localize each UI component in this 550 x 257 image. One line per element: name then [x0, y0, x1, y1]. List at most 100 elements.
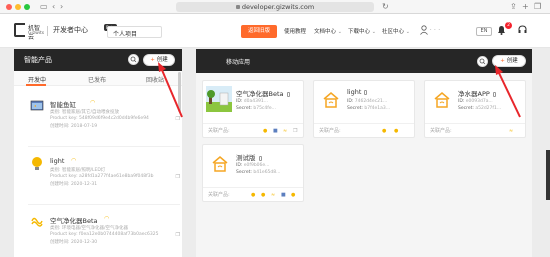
copy-icon[interactable]: ❐ — [293, 128, 297, 134]
lightbulb-icon: ● — [394, 128, 399, 134]
app-card[interactable]: 空气净化器Beta ID: d0a4391... Secret: b75c4fe… — [202, 80, 304, 138]
nav-docs[interactable]: 文档中心 ⌄ — [314, 27, 342, 35]
copy-icon[interactable]: ❐ — [176, 116, 180, 122]
nav-tutorial[interactable]: 使用教程 — [284, 27, 306, 35]
app-id: ID: e0f9b06e... — [236, 163, 270, 168]
associated-products-label: 关联产品: — [208, 192, 230, 198]
associated-products-label: 关联产品: — [319, 128, 341, 134]
close-window-icon[interactable] — [6, 4, 12, 10]
copy-icon[interactable]: ❐ — [176, 232, 180, 238]
tab-developing[interactable]: 开发中 — [28, 75, 46, 84]
products-scrollbar[interactable] — [178, 72, 181, 112]
create-product-button[interactable]: + 创建 — [143, 54, 175, 66]
address-bar[interactable]: developer.gizwits.com — [176, 2, 374, 12]
portal-title: 开发者中心 — [53, 26, 88, 34]
tabs-icon[interactable]: ❐ — [534, 2, 541, 12]
chevron-down-icon: ⌄ — [371, 29, 376, 35]
lightbulb-icon: ● — [382, 128, 387, 134]
product-card[interactable]: 空气净化器Beta ◠ 类别: 环境电器/空气净化器/空气净化器 Product… — [28, 211, 180, 257]
logo-text-en: Gizwits — [28, 31, 45, 36]
forward-icon[interactable]: › — [60, 2, 63, 12]
house-icon — [434, 92, 450, 108]
app-id: ID: d0a4391... — [236, 99, 268, 104]
nav-downloads[interactable]: 下载中心 ⌄ — [348, 27, 376, 35]
gizwits-logo[interactable]: 机智云 Gizwits — [14, 21, 45, 41]
app-id: ID: 7462d4ec21... — [347, 99, 388, 104]
language-toggle[interactable]: EN — [476, 27, 492, 36]
air-purifier-icon: ≈ — [283, 128, 288, 134]
air-purifier-icon: ≈ — [271, 192, 276, 198]
app-grid: 空气净化器Beta ID: d0a4391... Secret: b75c4fe… — [196, 73, 532, 257]
product-key: Product key: 548f09d6f9e4c2d0d4b9fe6e94 — [50, 116, 149, 121]
product-category: 类别: 环境电器/空气净化器/空气净化器 — [50, 226, 128, 231]
app-name: light — [347, 88, 368, 96]
lightbulb-icon: ● — [251, 192, 256, 198]
return-old-version-button[interactable]: 返回旧版 — [241, 25, 277, 38]
phone-icon — [492, 91, 496, 97]
active-tab-indicator — [26, 84, 46, 86]
search-icon — [479, 58, 486, 65]
search-button[interactable] — [477, 56, 488, 67]
product-key: Product key: a28fd1a277f4ae61e8ba9f048f3… — [50, 174, 154, 179]
tab-recycle-bin[interactable]: 回收站 — [146, 75, 164, 84]
product-name: 智能鱼缸 — [50, 101, 76, 109]
product-name: light — [50, 157, 65, 165]
user-avatar-icon[interactable] — [420, 25, 428, 35]
app-card[interactable]: 测试版 ID: e0f9b06e... Secret: b41e65d8... … — [202, 144, 304, 202]
product-category: 类别: 智能家居/照明/LED灯 — [50, 168, 106, 173]
house-icon — [212, 156, 228, 172]
app-header: 机智云 Gizwits 开发者中心 Beta 个人项目 ⌄ 返回旧版 使用教程 … — [0, 14, 550, 48]
app-secret: Secret: b75c4fe... — [236, 106, 276, 111]
zoom-window-icon[interactable] — [24, 4, 30, 10]
tab-published[interactable]: 已发布 — [88, 75, 106, 84]
search-button[interactable] — [128, 54, 139, 65]
product-name: 空气净化器Beta — [50, 217, 98, 225]
chevron-down-icon: ⌄ — [405, 29, 410, 35]
house-icon — [323, 92, 339, 108]
browser-toolbar: ▭ ‹ › developer.gizwits.com ↻ ⇪ + ❐ — [0, 0, 550, 14]
headset-icon[interactable] — [518, 25, 527, 34]
search-icon — [130, 56, 137, 63]
associated-products-label: 关联产品: — [208, 128, 230, 134]
app-id: ID: e0093d7a... — [458, 99, 493, 104]
logo-mark-icon — [14, 23, 25, 37]
copy-icon[interactable]: ❐ — [176, 174, 180, 180]
product-card[interactable]: 智能鱼缸 ◠ 类别: 智能家居/其它/自动喂食投放 Product key: 5… — [28, 95, 180, 147]
nav-community[interactable]: 社区中心 ⌄ — [382, 27, 410, 35]
minimize-window-icon[interactable] — [15, 4, 21, 10]
mobile-apps-panel: 移动应用 + 创建 空气净化器Beta ID: d0a4391... Secret… — [196, 49, 532, 257]
reload-icon[interactable]: ↻ — [382, 2, 389, 12]
product-created: 创建时间: 2018-07-19 — [50, 124, 98, 129]
tab-mobile-apps[interactable]: 移动应用 — [226, 57, 250, 66]
share-icon[interactable]: ⇪ — [510, 2, 517, 12]
app-name: 空气净化器Beta — [236, 88, 290, 98]
project-select[interactable]: 个人项目 ⌄ — [107, 26, 162, 38]
back-icon[interactable]: ‹ — [52, 2, 55, 12]
chevron-down-icon: ⌄ — [337, 29, 342, 35]
smart-products-panel: 智能产品 + 创建 开发中 已发布 回收站 智能鱼缸 ◠ 类别: 智能家居/其它/… — [14, 49, 182, 257]
url-text: developer.gizwits.com — [241, 3, 315, 11]
side-tray[interactable] — [546, 150, 550, 200]
app-thumbnail-icon — [206, 86, 232, 112]
sidebar-icon[interactable]: ▭ — [40, 2, 48, 12]
lightbulb-icon — [32, 157, 42, 170]
phone-icon — [364, 89, 368, 95]
notification-badge: 2 — [505, 22, 512, 29]
plus-icon: + — [150, 57, 155, 63]
fish-tank-icon: ■ — [281, 192, 286, 198]
wifi-icon: ◠ — [71, 157, 77, 164]
smart-products-header: 智能产品 + 创建 — [14, 49, 182, 71]
product-tabs: 开发中 已发布 回收站 — [14, 71, 182, 86]
app-card[interactable]: light ID: 7462d4ec21... Secret: b7f4e1a3… — [313, 80, 415, 138]
plus-icon: + — [500, 58, 505, 64]
app-card-footer: 关联产品: ● ● — [314, 123, 414, 137]
product-card[interactable]: light ◠ 类别: 智能家居/照明/LED灯 Product key: a2… — [28, 153, 180, 205]
product-category: 类别: 智能家居/其它/自动喂食投放 — [50, 110, 119, 115]
app-card[interactable]: 净水器APP ID: e0093d7a... Secret: a52d27f1.… — [424, 80, 526, 138]
air-purifier-icon — [31, 217, 43, 227]
mobile-apps-header: 移动应用 + 创建 — [196, 49, 532, 73]
app-secret: Secret: b7f4e1a3... — [347, 106, 391, 111]
username[interactable]: · · · — [430, 27, 440, 33]
new-tab-icon[interactable]: + — [522, 2, 529, 12]
create-app-button[interactable]: + 创建 — [492, 55, 526, 67]
